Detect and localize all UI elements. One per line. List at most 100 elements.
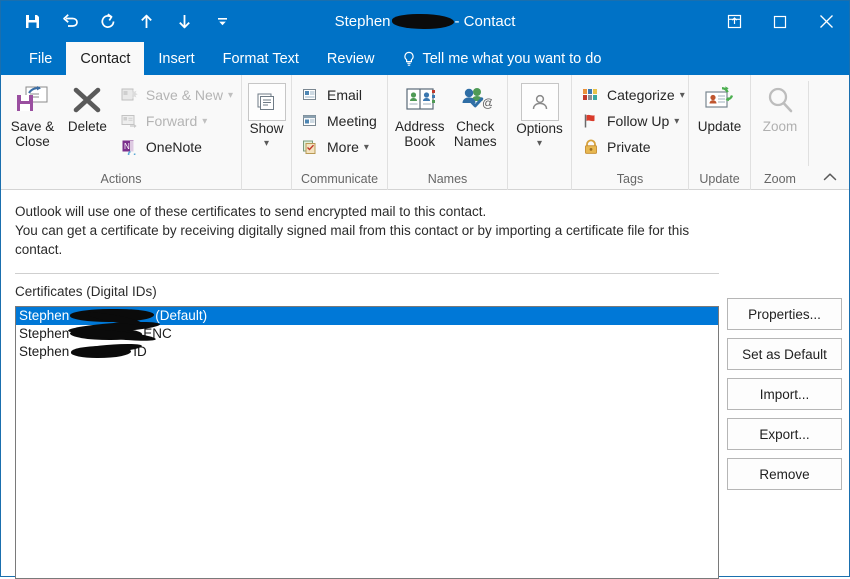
collapse-ribbon-button[interactable] bbox=[819, 167, 841, 187]
options-icon bbox=[520, 83, 559, 121]
export-button[interactable]: Export... bbox=[727, 418, 842, 450]
list-item[interactable]: Stephen (Default) bbox=[16, 307, 718, 325]
close-icon[interactable] bbox=[803, 1, 849, 42]
private-button[interactable]: Private bbox=[576, 134, 689, 160]
remove-button[interactable]: Remove bbox=[727, 458, 842, 490]
window-controls bbox=[711, 1, 849, 42]
ribbon-group-label-communicate: Communicate bbox=[300, 172, 379, 186]
save-and-close-button[interactable]: Save & Close bbox=[5, 80, 60, 149]
categorize-button[interactable]: Categorize ▾ bbox=[576, 82, 689, 108]
forward-button[interactable]: Forward ▾ bbox=[115, 108, 237, 134]
certificates-section-label: Certificates (Digital IDs) bbox=[15, 284, 157, 299]
previous-item-icon[interactable] bbox=[135, 11, 157, 33]
email-label: Email bbox=[327, 87, 363, 103]
email-button[interactable]: Email bbox=[296, 82, 381, 108]
certificates-listbox[interactable]: Stephen (Default) Stephen ENC Stephen ID bbox=[15, 306, 719, 579]
tab-format-text[interactable]: Format Text bbox=[209, 42, 313, 75]
forward-label: Forward bbox=[145, 113, 198, 129]
zoom-button[interactable]: Zoom bbox=[755, 80, 805, 134]
chevron-down-icon: ▾ bbox=[674, 115, 680, 127]
save-and-close-icon bbox=[15, 83, 49, 119]
tab-insert[interactable]: Insert bbox=[144, 42, 208, 75]
save-and-close-label-1: Save & bbox=[10, 119, 55, 134]
follow-up-label: Follow Up bbox=[607, 113, 670, 129]
save-and-new-button[interactable]: Save & New ▾ bbox=[115, 82, 237, 108]
list-item[interactable]: Stephen ID bbox=[16, 343, 718, 361]
check-names-label-2: Names bbox=[453, 134, 497, 149]
onenote-button[interactable]: N OneNote bbox=[115, 134, 237, 160]
tell-me-label: Tell me what you want to do bbox=[422, 50, 602, 67]
ribbon-group-update: Update Update bbox=[688, 75, 750, 190]
check-names-icon: @ bbox=[458, 83, 492, 119]
address-book-icon bbox=[403, 83, 437, 119]
certificate-name-suffix: ID bbox=[133, 344, 147, 359]
info-line-2: You can get a certificate by receiving d… bbox=[15, 223, 690, 238]
meeting-label: Meeting bbox=[327, 113, 377, 129]
more-button[interactable]: More ▾ bbox=[296, 134, 381, 160]
svg-text:N: N bbox=[124, 142, 130, 151]
update-button[interactable]: Update bbox=[693, 80, 746, 134]
certificate-name-prefix: Stephen bbox=[19, 344, 70, 359]
delete-button[interactable]: Delete bbox=[60, 80, 115, 134]
tags-buttons: Categorize ▾ Follow Up ▾ Private bbox=[576, 80, 689, 160]
separator-line bbox=[15, 273, 719, 274]
private-label: Private bbox=[607, 139, 651, 155]
ribbon-group-show: Show ▾ bbox=[241, 75, 291, 190]
show-label: Show bbox=[249, 121, 284, 136]
follow-up-flag-icon bbox=[580, 113, 602, 129]
address-book-label-2: Book bbox=[404, 134, 436, 149]
tell-me-search[interactable]: Tell me what you want to do bbox=[402, 42, 601, 75]
outlook-contact-window: Stephen - Contact File Contact Insert For… bbox=[0, 0, 850, 579]
options-button[interactable]: Options ▾ bbox=[512, 80, 567, 151]
check-names-label-1: Check bbox=[456, 119, 495, 134]
certificate-action-buttons: Properties... Set as Default Import... E… bbox=[727, 298, 842, 498]
list-item[interactable]: Stephen ENC bbox=[16, 325, 718, 343]
tab-review[interactable]: Review bbox=[313, 42, 389, 75]
update-icon bbox=[703, 83, 737, 119]
certificate-name-suffix: (Default) bbox=[155, 308, 208, 323]
save-icon[interactable] bbox=[21, 11, 43, 33]
chevron-down-icon: ▾ bbox=[227, 89, 233, 101]
lightbulb-icon bbox=[402, 51, 416, 67]
check-names-button[interactable]: @ Check Names bbox=[448, 80, 504, 149]
title-bar: Stephen - Contact bbox=[1, 1, 849, 42]
properties-button[interactable]: Properties... bbox=[727, 298, 842, 330]
tab-contact[interactable]: Contact bbox=[66, 42, 145, 75]
save-and-new-label: Save & New bbox=[145, 87, 223, 103]
undo-icon[interactable] bbox=[59, 11, 81, 33]
ribbon-group-label-names: Names bbox=[427, 172, 468, 186]
chevron-down-icon: ▾ bbox=[263, 138, 270, 149]
group-separator bbox=[808, 81, 809, 166]
next-item-icon[interactable] bbox=[173, 11, 195, 33]
zoom-magnifier-icon bbox=[763, 83, 797, 119]
ribbon-group-label-tags: Tags bbox=[616, 172, 644, 186]
address-book-button[interactable]: Address Book bbox=[392, 80, 448, 149]
ribbon-group-options: Options ▾ bbox=[507, 75, 571, 190]
maximize-icon[interactable] bbox=[757, 1, 803, 42]
chevron-down-icon: ▾ bbox=[679, 89, 685, 101]
ribbon-display-options-icon[interactable] bbox=[711, 1, 757, 42]
chevron-down-icon: ▾ bbox=[202, 115, 208, 127]
import-button[interactable]: Import... bbox=[727, 378, 842, 410]
meeting-icon bbox=[300, 113, 322, 129]
customize-quick-access-toolbar-icon[interactable] bbox=[211, 11, 233, 33]
certificates-info-text: Outlook will use one of these certificat… bbox=[15, 202, 715, 259]
ribbon: Save & Close Delete Save & New ▾ Forward… bbox=[1, 75, 849, 190]
redacted-name bbox=[71, 346, 132, 358]
svg-text:@: @ bbox=[482, 96, 492, 110]
tab-file[interactable]: File bbox=[15, 42, 66, 75]
delete-icon bbox=[70, 83, 104, 119]
follow-up-button[interactable]: Follow Up ▾ bbox=[576, 108, 689, 134]
communicate-buttons: Email Meeting More ▾ bbox=[296, 80, 381, 160]
info-line-3: contact. bbox=[15, 242, 63, 257]
redo-icon[interactable] bbox=[97, 11, 119, 33]
ribbon-tab-strip: File Contact Insert Format Text Review T… bbox=[1, 42, 849, 75]
ribbon-group-communicate: Email Meeting More ▾ Communicate bbox=[291, 75, 387, 190]
ribbon-group-label-update: Update bbox=[699, 172, 740, 186]
save-and-close-label-2: Close bbox=[15, 134, 50, 149]
set-as-default-button[interactable]: Set as Default bbox=[727, 338, 842, 370]
onenote-icon: N bbox=[119, 139, 141, 155]
show-button[interactable]: Show ▾ bbox=[246, 80, 287, 151]
ribbon-group-zoom: Zoom Zoom bbox=[750, 75, 809, 190]
meeting-button[interactable]: Meeting bbox=[296, 108, 381, 134]
